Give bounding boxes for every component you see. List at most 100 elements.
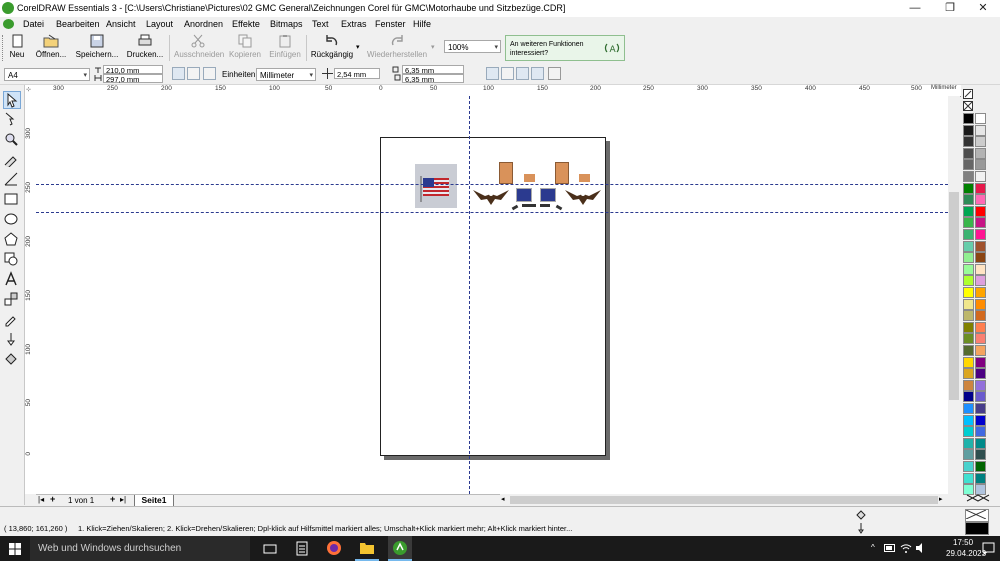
- color-swatch[interactable]: [963, 472, 974, 484]
- color-swatch[interactable]: [963, 171, 974, 182]
- freehand-tool-icon[interactable]: [3, 151, 21, 169]
- fill-status-icon[interactable]: [855, 509, 867, 521]
- color-swatch[interactable]: [975, 403, 986, 414]
- task-view-icon[interactable]: [263, 543, 277, 555]
- color-swatch[interactable]: [975, 333, 986, 345]
- firefox-icon[interactable]: [326, 540, 342, 556]
- eagle-right-image[interactable]: [565, 186, 601, 208]
- eagle-left-image[interactable]: [473, 186, 509, 206]
- flag-badge-image[interactable]: [540, 188, 556, 202]
- ruler-origin-icon[interactable]: ⊹: [26, 86, 31, 93]
- color-swatch[interactable]: [975, 275, 986, 287]
- add-page-before-icon[interactable]: +: [50, 494, 55, 504]
- pick-tool-icon[interactable]: [3, 91, 21, 109]
- options-icon[interactable]: [548, 67, 561, 80]
- color-swatch[interactable]: [975, 287, 986, 298]
- menu-ansicht[interactable]: Ansicht: [106, 19, 136, 29]
- color-swatch[interactable]: [963, 147, 974, 159]
- wifi-icon[interactable]: [900, 542, 912, 554]
- rectangle-tool-icon[interactable]: [3, 191, 21, 209]
- color-swatch[interactable]: [963, 159, 974, 171]
- label-text-image[interactable]: [540, 204, 550, 207]
- color-swatch[interactable]: [963, 240, 974, 252]
- color-swatch[interactable]: [975, 182, 986, 194]
- nudge-distance-input[interactable]: 2,54 mm: [334, 68, 380, 79]
- eyedropper-tool-icon[interactable]: [3, 311, 21, 329]
- color-swatch[interactable]: [975, 240, 986, 252]
- taskbar-search-box[interactable]: Web und Windows durchsuchen: [30, 536, 250, 561]
- palette-menu-icon[interactable]: [963, 89, 973, 99]
- last-page-icon[interactable]: ▸|: [120, 495, 126, 504]
- copy-button[interactable]: Kopieren: [228, 34, 262, 62]
- text-tool-icon[interactable]: [3, 271, 21, 289]
- snap-to-objects-icon[interactable]: [516, 67, 529, 80]
- color-swatch[interactable]: [975, 194, 986, 206]
- vertical-scrollbar[interactable]: [948, 96, 960, 494]
- save-button[interactable]: Speichern...: [75, 34, 119, 62]
- color-swatch[interactable]: [975, 298, 986, 310]
- polygon-tool-icon[interactable]: [3, 231, 21, 249]
- horizontal-guideline[interactable]: [36, 212, 948, 213]
- undo-dropdown-icon[interactable]: ▾: [356, 43, 360, 51]
- color-swatch[interactable]: [975, 356, 986, 368]
- vertical-guideline[interactable]: [469, 96, 470, 494]
- portrait-orientation-icon[interactable]: [172, 67, 185, 80]
- label-text-image[interactable]: [522, 204, 536, 207]
- snap-to-grid-icon[interactable]: [486, 67, 499, 80]
- drawing-canvas[interactable]: [36, 96, 948, 494]
- add-page-after-icon[interactable]: +: [110, 494, 115, 504]
- page-size-select[interactable]: A4 ▾: [4, 68, 90, 81]
- color-swatch[interactable]: [963, 426, 974, 438]
- color-swatch[interactable]: [975, 345, 986, 356]
- color-swatch[interactable]: [963, 379, 974, 391]
- vertical-scroll-thumb[interactable]: [949, 192, 959, 400]
- color-swatch[interactable]: [963, 368, 974, 380]
- toolbar-grip[interactable]: [2, 35, 5, 61]
- menu-layout[interactable]: Layout: [146, 19, 173, 29]
- shape-tool-icon[interactable]: [3, 111, 21, 129]
- maximize-button[interactable]: ❐: [933, 0, 967, 17]
- color-swatch[interactable]: [963, 461, 974, 472]
- menu-bitmaps[interactable]: Bitmaps: [270, 19, 303, 29]
- palette-scroll-icon[interactable]: [965, 494, 991, 502]
- flag-image[interactable]: [415, 164, 457, 208]
- menu-fenster[interactable]: Fenster: [375, 19, 406, 29]
- color-swatch[interactable]: [963, 205, 974, 217]
- duplicate-y-input[interactable]: 6,35 mm: [402, 74, 464, 84]
- tray-chevron-up-icon[interactable]: ^: [871, 543, 875, 552]
- color-swatch[interactable]: [975, 379, 986, 391]
- interactive-blend-tool-icon[interactable]: [3, 291, 21, 309]
- color-swatch[interactable]: [963, 414, 974, 426]
- snap-to-guides-icon[interactable]: [501, 67, 514, 80]
- zoom-level-select[interactable]: 100% ▾: [444, 40, 501, 53]
- color-swatch[interactable]: [963, 113, 974, 124]
- color-swatch[interactable]: [963, 437, 974, 449]
- new-button[interactable]: Neu: [6, 34, 28, 62]
- cut-button[interactable]: Ausschneiden: [174, 34, 224, 62]
- more-features-box[interactable]: An weiteren Funktionen interessiert? A: [505, 35, 625, 61]
- duplicate-x-input[interactable]: 6,35 mm: [402, 65, 464, 75]
- horizontal-scrollbar[interactable]: ◂ ▸: [500, 494, 948, 506]
- fill-tool-icon[interactable]: [3, 351, 21, 369]
- outline-status-icon[interactable]: [855, 522, 867, 534]
- color-swatch[interactable]: [963, 345, 974, 356]
- open-button[interactable]: Öffnen...: [33, 34, 69, 62]
- color-swatch[interactable]: [975, 124, 986, 136]
- color-swatch[interactable]: [963, 124, 974, 136]
- redo-button[interactable]: Wiederherstellen: [366, 34, 428, 62]
- color-swatch[interactable]: [975, 159, 986, 171]
- menu-effekte[interactable]: Effekte: [232, 19, 260, 29]
- color-swatch[interactable]: [975, 205, 986, 217]
- color-swatch[interactable]: [963, 310, 974, 322]
- color-swatch[interactable]: [975, 310, 986, 322]
- color-swatch[interactable]: [963, 287, 974, 298]
- color-swatch[interactable]: [963, 333, 974, 345]
- color-swatch[interactable]: [963, 182, 974, 194]
- color-swatch[interactable]: [963, 229, 974, 240]
- color-swatch[interactable]: [963, 263, 974, 275]
- color-swatch[interactable]: [975, 263, 986, 275]
- color-swatch[interactable]: [975, 321, 986, 333]
- page-height-input[interactable]: 297,0 mm: [103, 74, 163, 84]
- color-swatch[interactable]: [963, 356, 974, 368]
- ellipse-tool-icon[interactable]: [3, 211, 21, 229]
